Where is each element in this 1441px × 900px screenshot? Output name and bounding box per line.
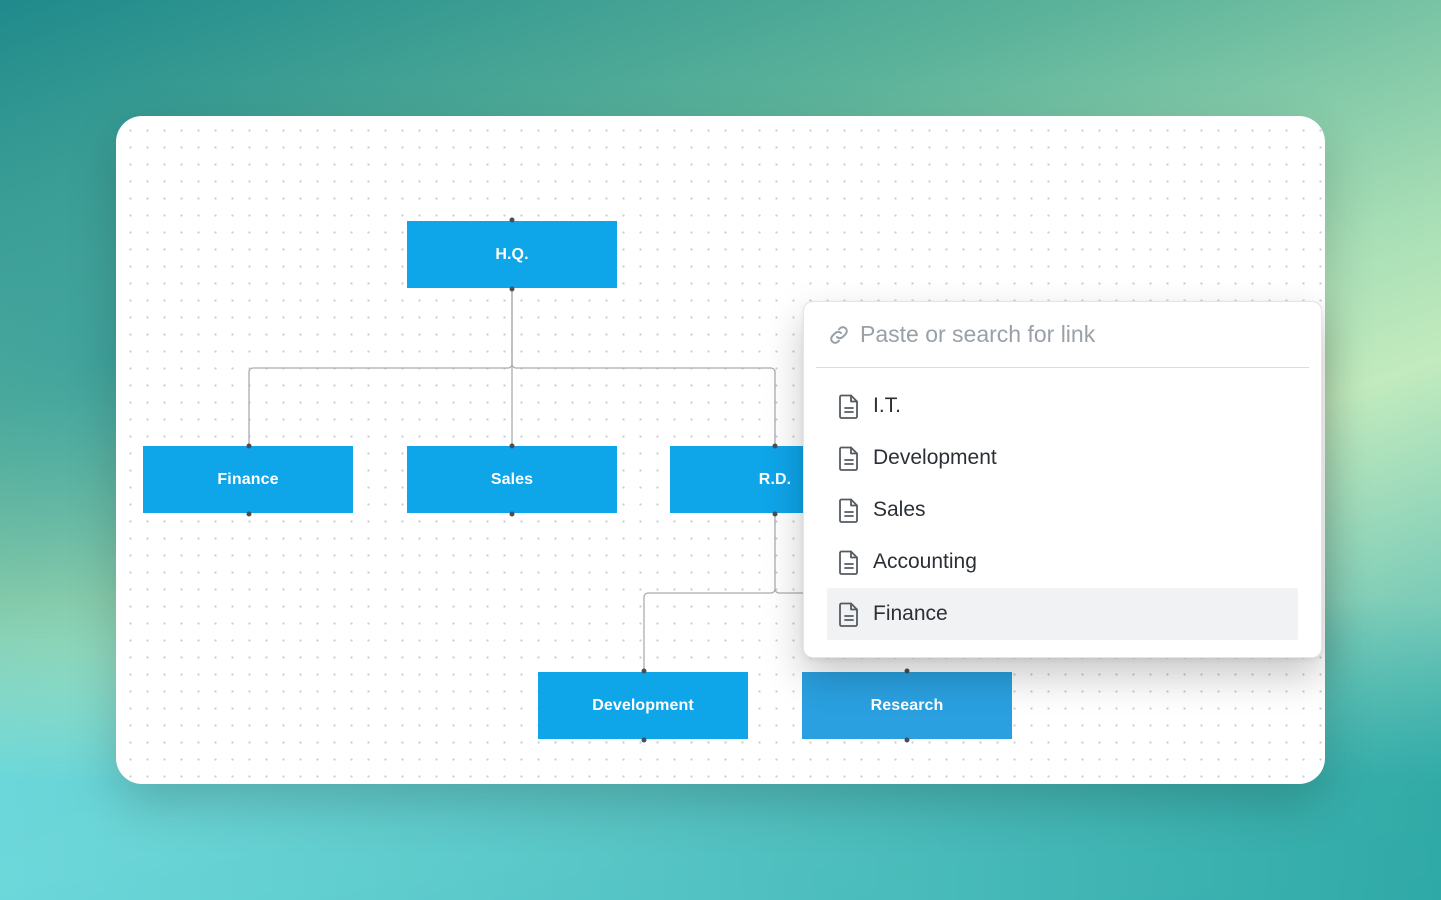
link-result-label: Sales: [873, 498, 926, 521]
node-finance[interactable]: Finance: [143, 446, 353, 513]
document-icon: [839, 550, 858, 575]
port-development-bottom[interactable]: [641, 737, 647, 743]
connector-rd-development: [643, 514, 776, 670]
port-hq-bottom[interactable]: [509, 286, 515, 292]
port-rd-top[interactable]: [772, 443, 778, 449]
link-result-label: Finance: [873, 602, 948, 625]
link-result-label: Accounting: [873, 550, 977, 573]
node-sales[interactable]: Sales: [407, 446, 617, 513]
link-results-list: I.T. Development Sales Accounting Financ…: [827, 380, 1298, 640]
link-result-item[interactable]: I.T.: [827, 380, 1298, 432]
document-icon: [839, 602, 858, 627]
port-sales-top[interactable]: [509, 443, 515, 449]
document-icon: [839, 394, 858, 419]
link-result-item[interactable]: Development: [827, 432, 1298, 484]
link-search-input[interactable]: [860, 321, 1280, 348]
link-search-bar: [816, 302, 1309, 368]
document-icon: [839, 446, 858, 471]
port-research-bottom[interactable]: [904, 737, 910, 743]
link-icon: [830, 325, 848, 344]
port-research-top[interactable]: [904, 668, 910, 674]
node-development[interactable]: Development: [538, 672, 748, 739]
link-search-popover: I.T. Development Sales Accoun: [803, 301, 1322, 658]
port-hq-top[interactable]: [509, 217, 515, 223]
connector-hq-finance: [248, 289, 513, 445]
link-result-item[interactable]: Sales: [827, 484, 1298, 536]
node-hq[interactable]: H.Q.: [407, 221, 617, 288]
connector-hq-rd: [511, 363, 776, 445]
port-sales-bottom[interactable]: [509, 511, 515, 517]
port-finance-bottom[interactable]: [246, 511, 252, 517]
node-research[interactable]: Research: [802, 672, 1012, 739]
link-result-label: Development: [873, 446, 997, 469]
document-icon: [839, 498, 858, 523]
link-result-label: I.T.: [873, 394, 902, 417]
link-result-item-selected[interactable]: Finance: [827, 588, 1298, 640]
link-result-item[interactable]: Accounting: [827, 536, 1298, 588]
port-development-top[interactable]: [641, 668, 647, 674]
port-rd-bottom[interactable]: [772, 511, 778, 517]
port-finance-top[interactable]: [246, 443, 252, 449]
